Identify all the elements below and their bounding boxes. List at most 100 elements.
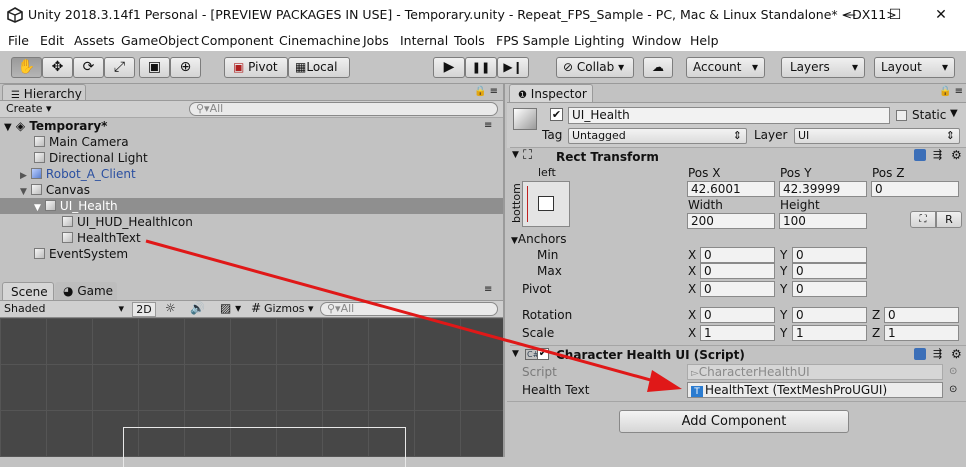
- menu-component[interactable]: Component: [201, 33, 274, 48]
- account-dropdown[interactable]: Account ▾: [686, 57, 765, 78]
- tag-dropdown[interactable]: Untagged ⇕: [568, 128, 747, 144]
- tab-scene[interactable]: Scene: [2, 282, 54, 301]
- transform-tool-icon[interactable]: ⊕: [170, 57, 201, 78]
- object-picker-icon[interactable]: ⊙: [949, 384, 957, 395]
- menu-help[interactable]: Help: [690, 33, 719, 48]
- anchor-min-x-input[interactable]: 0: [700, 247, 775, 263]
- panel-menu-icon[interactable]: 🔒 ≡: [474, 86, 498, 97]
- menu-edit[interactable]: Edit: [40, 33, 64, 48]
- anchors-foldout[interactable]: ▼Anchors: [511, 232, 566, 246]
- expand-arrow-icon: ▼: [34, 203, 41, 213]
- object-name-input[interactable]: UI_Health: [568, 107, 890, 124]
- rotate-tool-icon[interactable]: ⟳: [73, 57, 104, 78]
- rect-tool-icon[interactable]: ▣: [139, 57, 170, 78]
- pos-x-input[interactable]: 42.6001: [687, 181, 775, 197]
- pause-button[interactable]: ❚❚: [465, 57, 497, 78]
- preset-icon[interactable]: ⇶: [933, 347, 942, 360]
- height-label: Height: [780, 198, 820, 212]
- tree-item-healthtext[interactable]: HealthText: [0, 230, 503, 246]
- active-checkbox[interactable]: ✔: [550, 108, 563, 121]
- tab-inspector[interactable]: ❶ Inspector: [509, 84, 593, 103]
- menu-tools[interactable]: Tools: [454, 33, 485, 48]
- rotation-x-input[interactable]: 0: [700, 307, 775, 323]
- pos-z-input[interactable]: 0: [871, 181, 959, 197]
- height-input[interactable]: 100: [779, 213, 867, 229]
- tree-item-canvas[interactable]: ▼ Canvas: [0, 182, 503, 198]
- scene-search-input[interactable]: ⚲▾All: [320, 302, 498, 316]
- tab-game[interactable]: ◕ Game: [55, 282, 117, 301]
- gear-icon[interactable]: ⚙: [951, 347, 962, 361]
- scene-row[interactable]: ▼ ◈ Temporary*: [0, 118, 503, 134]
- collab-dropdown[interactable]: ⊘ Collab ▾: [556, 57, 634, 78]
- grid-toggle-icon[interactable]: #: [251, 301, 261, 315]
- tree-item-ui-hud-healthicon[interactable]: UI_HUD_HealthIcon: [0, 214, 503, 230]
- move-tool-icon[interactable]: ✥: [42, 57, 73, 78]
- component-enabled-checkbox[interactable]: ✔: [537, 348, 549, 360]
- scale-y-input[interactable]: 1: [792, 325, 867, 341]
- anchor-max-y-input[interactable]: 0: [792, 263, 867, 279]
- raw-edit-button[interactable]: R: [936, 211, 962, 228]
- close-button[interactable]: ✕: [918, 0, 964, 31]
- pos-y-input[interactable]: 42.39999: [779, 181, 867, 197]
- scale-tool-icon[interactable]: ⤢: [104, 57, 135, 78]
- gizmos-dropdown[interactable]: Gizmos ▾: [264, 302, 314, 315]
- cloud-button[interactable]: ☁: [643, 57, 673, 78]
- menu-cinemachine[interactable]: Cinemachine: [279, 33, 361, 48]
- add-component-button[interactable]: Add Component: [619, 410, 849, 433]
- anchor-preset-button[interactable]: [522, 181, 570, 227]
- scale-z-input[interactable]: 1: [884, 325, 959, 341]
- step-button[interactable]: ▶❙: [497, 57, 529, 78]
- width-input[interactable]: 200: [687, 213, 775, 229]
- menu-internal[interactable]: Internal: [400, 33, 448, 48]
- menu-assets[interactable]: Assets: [74, 33, 115, 48]
- pivot-y-input[interactable]: 0: [792, 281, 867, 297]
- hand-tool-icon[interactable]: ✋: [11, 57, 42, 78]
- tree-item-ui-health[interactable]: ▼ UI_Health: [0, 198, 503, 214]
- menu-window[interactable]: Window: [632, 33, 681, 48]
- local-toggle[interactable]: ▦Local: [288, 57, 350, 78]
- tree-item-directional-light[interactable]: Directional Light: [0, 150, 503, 166]
- scene-viewport[interactable]: [0, 318, 503, 467]
- scene-options-icon[interactable]: ≡: [484, 120, 492, 131]
- pivot-x-input[interactable]: 0: [700, 281, 775, 297]
- inspector-menu-icon[interactable]: 🔒 ≡: [939, 86, 963, 97]
- blueprint-mode-button[interactable]: ⛶: [910, 211, 936, 228]
- layers-dropdown[interactable]: Layers ▾: [781, 57, 865, 78]
- layout-dropdown[interactable]: Layout ▾: [874, 57, 955, 78]
- rect-transform-header[interactable]: ▼ ⛶ Rect Transform ⇶ ⚙: [510, 147, 966, 165]
- create-dropdown[interactable]: Create ▾: [6, 102, 52, 115]
- script-component-header[interactable]: ▼ C# ✔ Character Health UI (Script) ⇶ ⚙: [510, 345, 966, 363]
- rotation-y-input[interactable]: 0: [792, 307, 867, 323]
- tree-item-main-camera[interactable]: Main Camera: [0, 134, 503, 150]
- help-icon[interactable]: [914, 149, 926, 161]
- menu-lighting[interactable]: Lighting: [574, 33, 625, 48]
- static-checkbox[interactable]: [896, 110, 907, 121]
- maximize-button[interactable]: ☐: [872, 0, 918, 31]
- shading-dropdown[interactable]: Shaded ▾: [4, 302, 126, 315]
- preset-icon[interactable]: ⇶: [933, 148, 942, 161]
- scale-x-input[interactable]: 1: [700, 325, 775, 341]
- play-button[interactable]: ▶: [433, 57, 465, 78]
- menu-fps-sample[interactable]: FPS Sample: [496, 33, 570, 48]
- menu-jobs[interactable]: Jobs: [363, 33, 389, 48]
- lighting-toggle-icon[interactable]: ☼: [165, 301, 176, 315]
- anchor-max-x-input[interactable]: 0: [700, 263, 775, 279]
- layer-dropdown[interactable]: UI ⇕: [794, 128, 960, 144]
- minimize-button[interactable]: —: [826, 0, 872, 31]
- rotation-z-input[interactable]: 0: [884, 307, 959, 323]
- menu-gameobject[interactable]: GameObject: [121, 33, 199, 48]
- tree-item-robot-a-client[interactable]: ▶ Robot_A_Client: [0, 166, 503, 182]
- anchor-min-y-input[interactable]: 0: [792, 247, 867, 263]
- hierarchy-search-input[interactable]: ⚲▾All: [189, 102, 498, 116]
- 2d-toggle[interactable]: 2D: [132, 302, 156, 317]
- scene-panel-menu-icon[interactable]: ≡: [484, 284, 492, 295]
- audio-toggle-icon[interactable]: 🔊: [190, 301, 205, 315]
- health-text-field[interactable]: T HealthText (TextMeshProUGUI): [687, 382, 943, 398]
- help-icon[interactable]: [914, 348, 926, 360]
- menu-file[interactable]: File: [8, 33, 29, 48]
- gear-icon[interactable]: ⚙: [951, 148, 962, 162]
- effects-toggle-icon[interactable]: ▨ ▾: [220, 301, 241, 315]
- tree-item-eventsystem[interactable]: EventSystem: [0, 246, 503, 262]
- pivot-toggle[interactable]: ▣ Pivot: [224, 57, 288, 78]
- static-dropdown[interactable]: ▼: [950, 108, 958, 119]
